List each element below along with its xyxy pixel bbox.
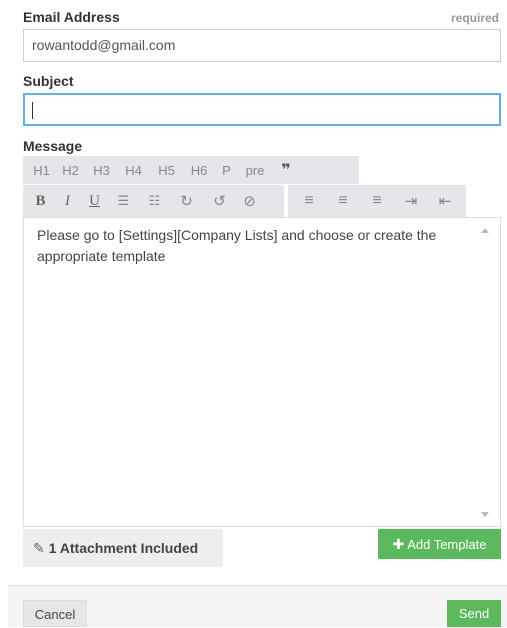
clear-format-icon[interactable]: ⊘ (236, 185, 263, 217)
h5-button[interactable]: H5 (150, 156, 183, 184)
align-right-icon[interactable]: ≡ (360, 185, 394, 217)
email-field[interactable]: rowantodd@gmail.com (23, 29, 501, 62)
add-template-button[interactable]: ✚ Add Template (378, 529, 501, 559)
align-left-icon[interactable]: ≡ (292, 185, 326, 217)
italic-icon[interactable]: I (54, 185, 81, 217)
attachment-label: 1 Attachment Included (48, 540, 199, 556)
pre-button[interactable]: pre (238, 156, 272, 184)
text-caret (32, 101, 33, 119)
required-hint: required (450, 11, 499, 25)
subject-label: Subject (23, 73, 74, 89)
format-toolbar: B I U ☰ ☷ ↻ ↺ ⊘ (23, 185, 284, 217)
alignment-toolbar: ≡ ≡ ≡ ⇥ ⇤ (288, 185, 466, 217)
headings-toolbar: H1 H2 H3 H4 H5 H6 P pre ❞ (23, 156, 359, 184)
scroll-up-arrow[interactable] (481, 228, 489, 233)
plus-icon: ✚ (392, 536, 405, 552)
align-center-icon[interactable]: ≡ (326, 185, 360, 217)
message-body: Please go to [Settings][Company Lists] a… (37, 227, 437, 264)
subject-input[interactable] (23, 93, 501, 126)
paragraph-button[interactable]: P (215, 156, 238, 184)
h1-button[interactable]: H1 (28, 156, 55, 184)
message-editor[interactable]: Please go to [Settings][Company Lists] a… (23, 217, 501, 527)
message-label: Message (23, 138, 83, 154)
unordered-list-icon[interactable]: ☰ (108, 185, 139, 217)
underline-icon[interactable]: U (81, 185, 108, 217)
add-template-label: Add Template (407, 537, 487, 552)
h2-button[interactable]: H2 (55, 156, 86, 184)
blockquote-icon[interactable]: ❞ (272, 156, 300, 184)
email-label: Email Address (23, 9, 120, 25)
outdent-icon[interactable]: ⇤ (428, 185, 462, 217)
redo-icon[interactable]: ↻ (170, 185, 203, 217)
h3-button[interactable]: H3 (86, 156, 117, 184)
indent-icon[interactable]: ⇥ (394, 185, 428, 217)
h6-button[interactable]: H6 (183, 156, 215, 184)
ordered-list-icon[interactable]: ☷ (139, 185, 170, 217)
undo-icon[interactable]: ↺ (203, 185, 236, 217)
paperclip-icon: ✎ (33, 540, 45, 556)
send-button[interactable]: Send (447, 600, 501, 627)
attachment-indicator[interactable]: ✎ 1 Attachment Included (23, 529, 223, 567)
h4-button[interactable]: H4 (117, 156, 150, 184)
bold-icon[interactable]: B (27, 185, 54, 217)
scroll-down-arrow[interactable] (481, 512, 489, 517)
cancel-button[interactable]: Cancel (23, 600, 87, 627)
